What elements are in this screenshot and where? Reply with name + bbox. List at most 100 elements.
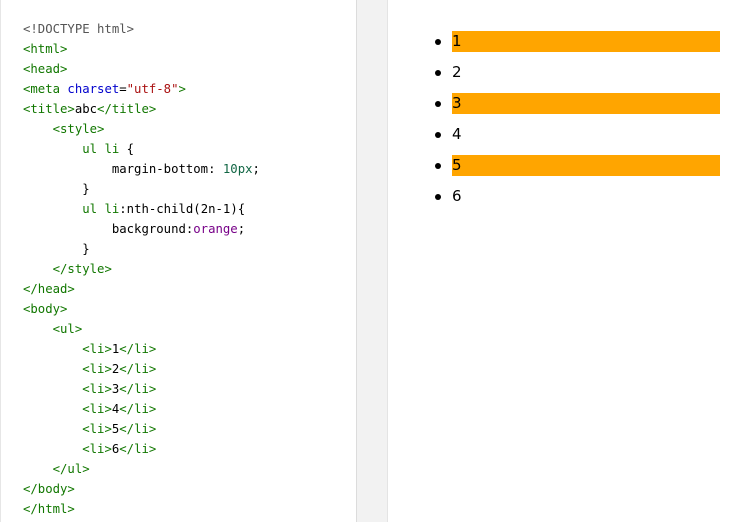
code-token: </title> [97,102,157,116]
code-token: <html> [23,42,68,56]
code-line[interactable]: <style> [23,119,260,139]
list-item: 6 [435,186,720,207]
code-line[interactable]: <li>6</li> [23,439,260,459]
code-token: <title> [23,102,75,116]
code-line[interactable]: </head> [23,279,260,299]
code-token: } [23,182,90,196]
code-token: <li> [82,402,112,416]
bullet-icon [435,194,441,200]
code-token: <li> [82,442,112,456]
result-list: 1 2 3 4 5 6 [435,31,720,217]
code-token: <head> [23,62,68,76]
list-item-label: 4 [452,125,462,143]
code-token: <meta [23,82,68,96]
code-token: { [126,142,135,156]
code-token: "utf-8" [126,82,179,96]
code-line[interactable]: } [23,179,260,199]
code-line[interactable]: <title>abc</title> [23,99,260,119]
code-token: margin-bottom: [23,162,223,176]
code-editor-pane[interactable]: <!DOCTYPE html> <html> <head> <meta charset… [0,0,357,522]
code-token: = [119,82,127,96]
code-line[interactable]: </body> [23,479,260,499]
code-token: ul li [82,202,120,216]
list-item-label: 3 [452,94,462,112]
code-token: ; [237,222,246,236]
code-line[interactable]: <ul> [23,319,260,339]
list-item: 1 [435,31,720,52]
code-token: </html> [23,502,75,516]
code-line[interactable]: <head> [23,59,260,79]
list-item: 3 [435,93,720,114]
code-line[interactable]: } [23,239,260,259]
code-line[interactable]: <body> [23,299,260,319]
code-line[interactable]: </ul> [23,459,260,479]
code-token: </li> [119,422,157,436]
code-token: <li> [82,362,112,376]
result-preview-pane: 1 2 3 4 5 6 [388,0,732,522]
code-token: <ul> [52,322,83,336]
bullet-icon [435,39,441,45]
code-line[interactable]: <li>2</li> [23,359,260,379]
code-line[interactable]: <!DOCTYPE html> [23,19,260,39]
code-token: <li> [82,382,112,396]
code-token: background: [23,222,194,236]
code-line[interactable]: <li>3</li> [23,379,260,399]
code-token: <!DOCTYPE html> [23,22,135,36]
code-token: </li> [119,442,157,456]
code-token: </li> [119,382,157,396]
code-token: <li> [82,422,112,436]
code-line[interactable]: </html> [23,499,260,519]
code-line[interactable]: margin-bottom: 10px; [23,159,260,179]
code-token: :nth-child(2n-1){ [119,202,246,216]
code-line[interactable]: ul li { [23,139,260,159]
code-token: } [23,242,90,256]
pane-divider[interactable] [357,0,388,522]
list-item-label: 6 [452,187,462,205]
list-item-label: 5 [452,156,462,174]
code-token: 10px [222,162,253,176]
code-preview-app: <!DOCTYPE html> <html> <head> <meta charset… [0,0,732,522]
list-item: 2 [435,62,720,83]
code-line[interactable]: <li>5</li> [23,419,260,439]
code-editor[interactable]: <!DOCTYPE html> <html> <head> <meta charset… [23,19,260,519]
code-line[interactable]: <html> [23,39,260,59]
code-line[interactable]: ul li:nth-child(2n-1){ [23,199,260,219]
code-line[interactable]: </style> [23,259,260,279]
code-line[interactable]: background:orange; [23,219,260,239]
code-token: <body> [23,302,68,316]
code-token: <li> [82,342,112,356]
code-token: </head> [23,282,75,296]
code-token: </li> [119,362,157,376]
code-line[interactable]: <li>1</li> [23,339,260,359]
code-token: orange [193,222,238,236]
code-token: charset [67,82,120,96]
list-item: 4 [435,124,720,145]
code-token: ; [252,162,260,176]
list-item-label: 1 [452,32,462,50]
code-line[interactable]: <meta charset="utf-8"> [23,79,260,99]
code-token: </ul> [52,462,90,476]
list-item-label: 2 [452,63,462,81]
code-token: </li> [119,402,157,416]
code-line[interactable]: <li>4</li> [23,399,260,419]
code-token: </style> [52,262,112,276]
bullet-icon [435,70,441,76]
bullet-icon [435,101,441,107]
code-token: abc [74,102,98,116]
bullet-icon [435,132,441,138]
code-token: </body> [23,482,75,496]
code-token: > [178,82,186,96]
bullet-icon [435,163,441,169]
